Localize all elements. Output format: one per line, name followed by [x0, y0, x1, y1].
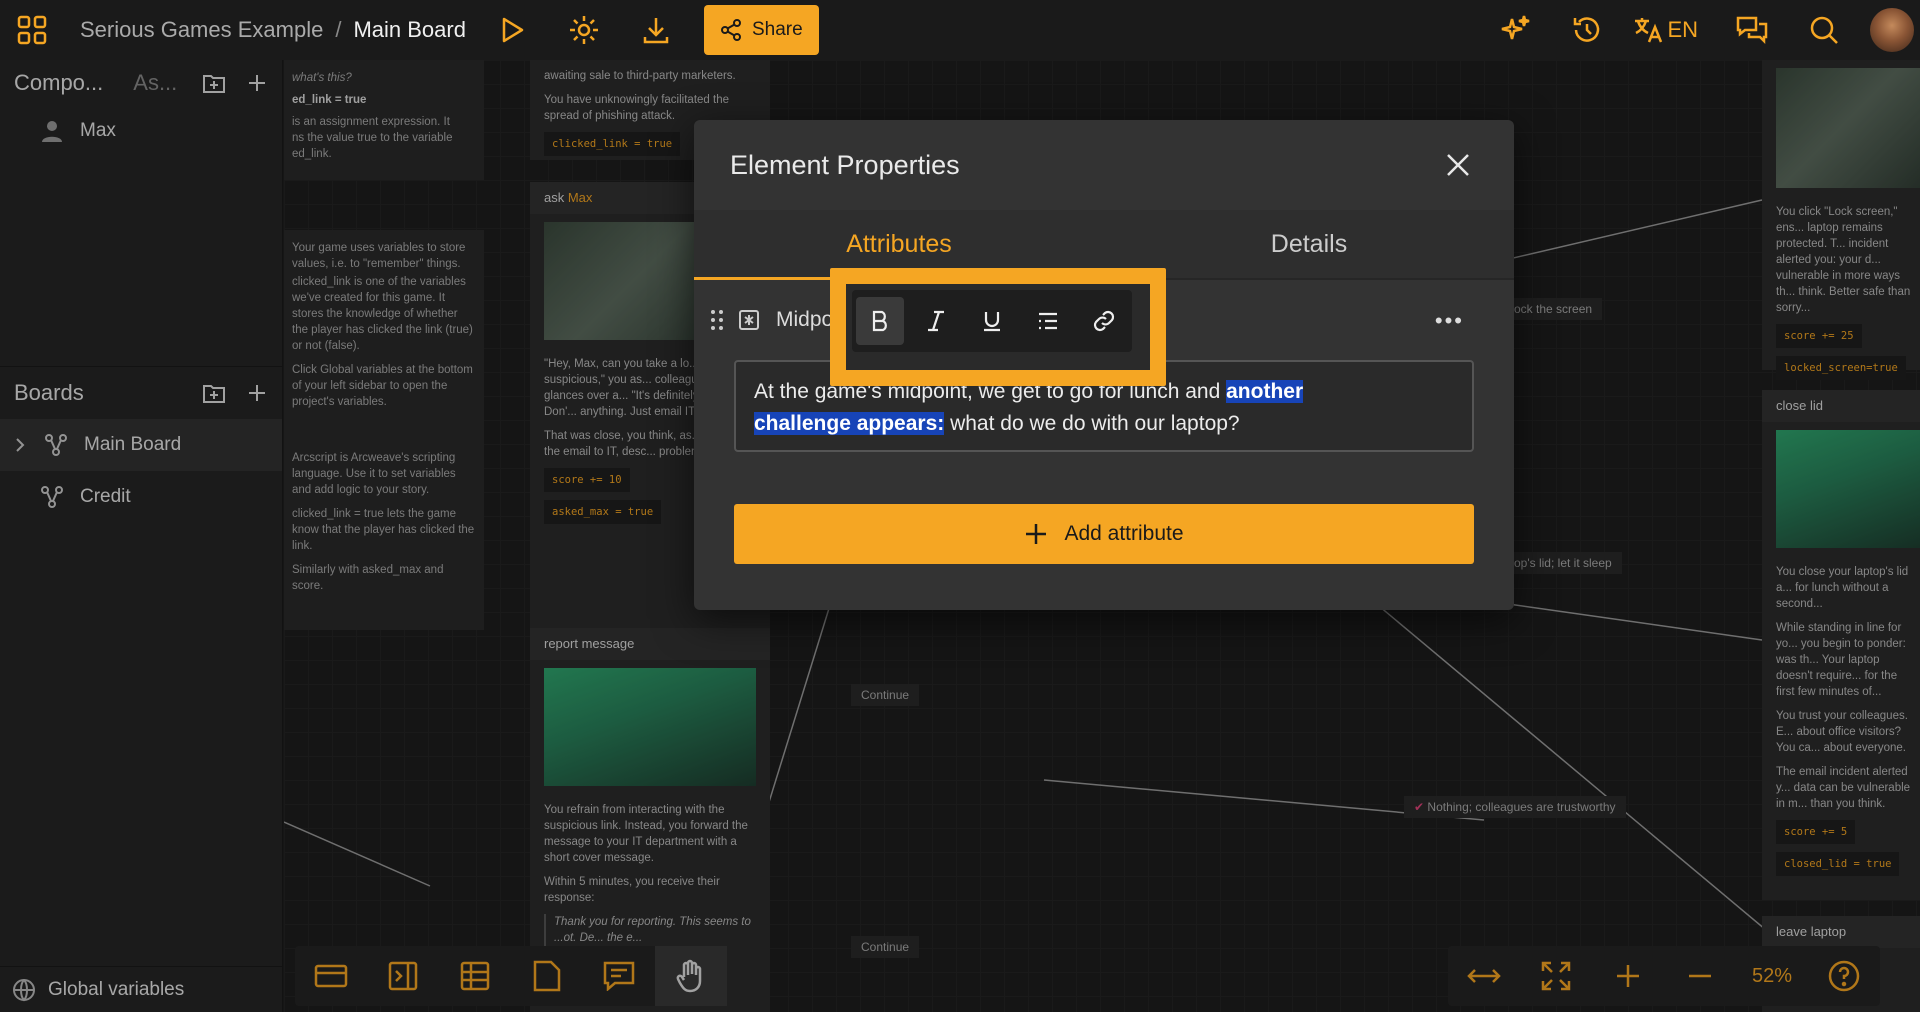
link-icon[interactable]: [1080, 297, 1128, 345]
underline-icon[interactable]: [968, 297, 1016, 345]
play-icon[interactable]: [476, 0, 548, 60]
drag-handle-icon[interactable]: [710, 309, 724, 331]
more-options-icon[interactable]: •••: [1435, 308, 1464, 334]
share-button[interactable]: Share: [703, 5, 819, 55]
format-toolbar-highlight: [830, 268, 1166, 386]
share-icon: [720, 19, 741, 41]
plus-icon: [1026, 524, 1047, 544]
add-attribute-label: Add attribute: [1064, 522, 1184, 545]
close-icon[interactable]: [1438, 145, 1478, 185]
share-label: Share: [751, 19, 803, 40]
attribute-row: Midpoin •••: [694, 268, 1514, 386]
italic-icon[interactable]: [912, 297, 960, 345]
breadcrumb-board: Main Board: [353, 17, 466, 42]
breadcrumb-project[interactable]: Serious Games Example: [80, 17, 323, 42]
selected-text: challenge appears:: [754, 412, 945, 435]
history-icon[interactable]: [1551, 0, 1623, 60]
bold-icon[interactable]: [856, 297, 904, 345]
breadcrumb-separator: /: [335, 17, 342, 42]
apps-grid-icon[interactable]: [0, 0, 64, 60]
language-selector[interactable]: EN: [1667, 17, 1698, 43]
settings-gear-icon[interactable]: [548, 0, 620, 60]
comments-icon[interactable]: [1716, 0, 1788, 60]
list-icon[interactable]: [1024, 297, 1072, 345]
search-icon[interactable]: [1788, 0, 1860, 60]
breadcrumb: Serious Games Example / Main Board: [80, 17, 466, 43]
text-segment: what do we do with our laptop?: [944, 412, 1240, 435]
element-properties-dialog: Element Properties Attributes Details Mi…: [694, 120, 1514, 610]
selected-text: another: [1226, 380, 1304, 403]
user-avatar[interactable]: [1870, 8, 1914, 52]
top-bar: Serious Games Example / Main Board Share E…: [0, 0, 1920, 60]
download-icon[interactable]: [620, 0, 692, 60]
add-attribute-button[interactable]: Add attribute: [734, 504, 1474, 564]
ai-sparkle-icon[interactable]: [1479, 0, 1551, 60]
text-format-toolbar: [852, 290, 1132, 352]
dialog-title: Element Properties: [730, 149, 960, 180]
rich-text-attribute-icon: [739, 310, 759, 330]
translate-icon[interactable]: [1623, 0, 1673, 60]
